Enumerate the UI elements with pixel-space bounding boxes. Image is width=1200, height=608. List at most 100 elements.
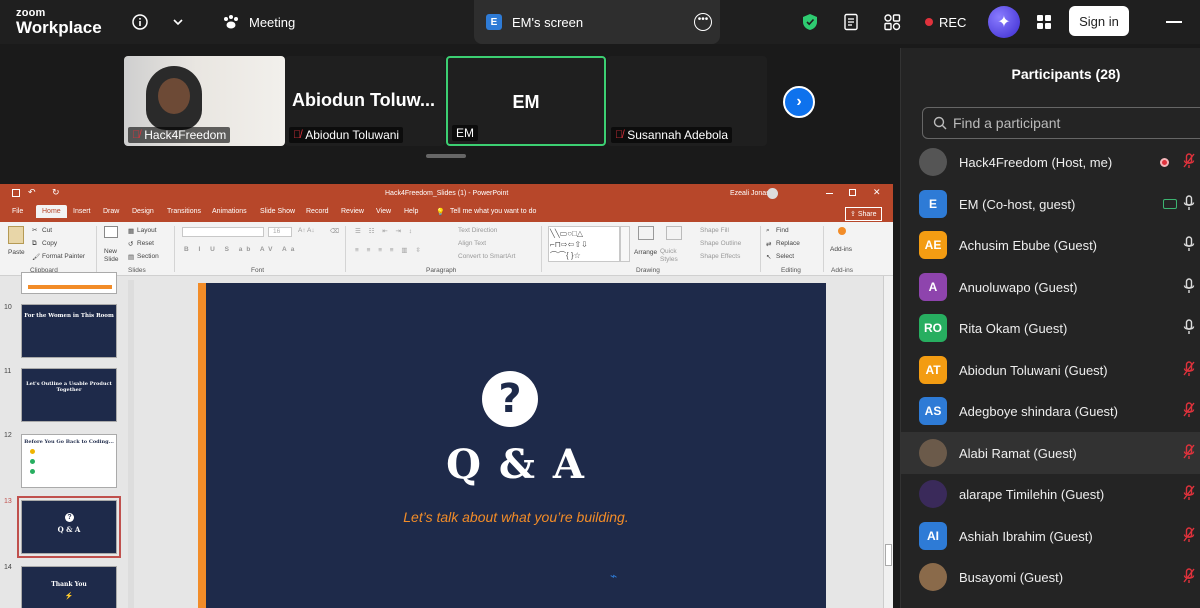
font-name-select[interactable] — [182, 227, 264, 237]
tab-home[interactable]: Home — [36, 205, 67, 218]
current-slide[interactable]: ? Q & A Let’s talk about what you’re bui… — [206, 283, 826, 608]
copy-button[interactable]: Copy — [42, 240, 57, 247]
maximize-icon[interactable] — [849, 189, 856, 196]
apps-icon[interactable] — [883, 0, 901, 44]
tab-insert[interactable]: Insert — [73, 208, 91, 215]
video-tile[interactable]: 🎙̸ Hack4Freedom — [124, 56, 285, 146]
align-text-button[interactable]: Align Text — [458, 240, 486, 247]
mic-off-icon[interactable] — [1183, 443, 1195, 463]
tab-transitions[interactable]: Transitions — [167, 208, 201, 215]
font-style-icons[interactable]: B I U S ab AV Aa — [184, 246, 298, 253]
share-button[interactable]: ⇪ Share — [845, 207, 882, 221]
participant-row[interactable]: RO Rita Okam (Guest) — [901, 307, 1200, 349]
tab-review[interactable]: Review — [341, 208, 364, 215]
mic-off-icon[interactable] — [1183, 401, 1195, 421]
mic-off-icon[interactable] — [1183, 152, 1195, 172]
mic-icon[interactable] — [1183, 318, 1195, 338]
clear-format-icon[interactable]: ⌫ — [330, 227, 339, 235]
format-painter-icon[interactable]: 🖌 — [32, 253, 40, 261]
sign-in-button[interactable]: Sign in — [1069, 6, 1129, 36]
shape-fill-button[interactable]: Shape Fill — [700, 227, 729, 234]
screen-share-tab[interactable]: E EM's screen ••• — [474, 0, 720, 44]
layout-button[interactable]: Layout — [137, 227, 157, 234]
slide-thumbnail[interactable] — [21, 272, 117, 294]
slide-thumbnail[interactable]: Thank You ⚡ — [21, 566, 117, 608]
participant-row[interactable]: Hack4Freedom (Host, me) — [901, 141, 1200, 183]
chevron-right-icon[interactable]: › — [783, 86, 815, 118]
font-size-select[interactable]: 16 — [268, 227, 292, 237]
arrange-icon[interactable] — [638, 226, 654, 240]
format-painter-button[interactable]: Format Painter — [42, 253, 85, 260]
list-icons[interactable]: ☰ ☷ ⇤ ⇥ ↕ — [355, 227, 415, 235]
minimize-icon[interactable] — [1166, 0, 1182, 44]
redo-icon[interactable]: ↻ — [52, 187, 60, 198]
align-icons[interactable]: ≡ ≡ ≡ ≡ ▥ ⇳ — [355, 246, 424, 254]
shapes-gallery[interactable]: ╲╲▭○□△ ⌐⊓⇨⇦⇧⇩ ⌒⌒{ }☆ — [548, 226, 620, 262]
convert-smartart-button[interactable]: Convert to SmartArt — [458, 253, 515, 260]
participant-search-input[interactable]: Find a participant — [922, 107, 1200, 139]
replace-button[interactable]: Replace — [776, 240, 800, 247]
tab-animations[interactable]: Animations — [212, 208, 247, 215]
quick-styles-icon[interactable] — [666, 226, 682, 240]
text-direction-button[interactable]: Text Direction — [458, 227, 497, 234]
undo-icon[interactable]: ↶ — [28, 187, 36, 198]
slide-scrollbar[interactable] — [883, 276, 893, 608]
participant-row[interactable]: Busayomi (Guest) — [901, 556, 1200, 598]
participant-row[interactable]: AT Abiodun Toluwani (Guest) — [901, 349, 1200, 391]
info-icon[interactable] — [132, 0, 148, 44]
participant-row[interactable]: AI Ashiah Ibrahim (Guest) — [901, 515, 1200, 557]
addins-icon[interactable] — [838, 227, 846, 235]
mic-off-icon[interactable] — [1183, 526, 1195, 546]
resize-handle[interactable] — [426, 154, 466, 158]
ai-companion-icon[interactable]: ✦ — [988, 6, 1020, 38]
close-icon[interactable]: ✕ — [873, 187, 881, 198]
shape-effects-button[interactable]: Shape Effects — [700, 253, 740, 260]
meeting-button[interactable]: Meeting — [222, 0, 295, 44]
paste-icon[interactable] — [8, 226, 24, 244]
video-tile[interactable]: 🎙̸ Susannah Adebola — [607, 56, 767, 146]
slide-thumbnail[interactable]: For the Women in This Room — [21, 304, 117, 358]
paste-button[interactable]: Paste — [8, 249, 25, 256]
mic-off-icon[interactable] — [1183, 360, 1195, 380]
shapes-scroll[interactable] — [620, 226, 630, 262]
participant-row[interactable]: A Anuoluwapo (Guest) — [901, 266, 1200, 308]
ppt-user-avatar[interactable] — [767, 188, 778, 199]
thumbnail-scrollbar[interactable] — [128, 280, 134, 608]
participant-row[interactable]: E EM (Co-host, guest) — [901, 183, 1200, 225]
copy-icon[interactable]: ⧉ — [32, 240, 37, 248]
cut-icon[interactable]: ✂ — [32, 226, 37, 234]
tab-slide-show[interactable]: Slide Show — [260, 208, 295, 215]
mic-icon[interactable] — [1183, 235, 1195, 255]
rec-indicator[interactable]: REC — [925, 0, 966, 44]
quick-styles-button[interactable]: Quick Styles — [660, 248, 684, 264]
active-speaker-tile[interactable]: EM EM — [446, 56, 606, 146]
addins-button[interactable]: Add-ins — [830, 246, 852, 253]
shield-icon[interactable] — [802, 0, 818, 44]
new-slide-button[interactable]: New Slide — [104, 248, 128, 264]
cut-button[interactable]: Cut — [42, 227, 52, 234]
arrange-button[interactable]: Arrange — [634, 249, 657, 256]
select-button[interactable]: Select — [776, 253, 794, 260]
tab-design[interactable]: Design — [132, 208, 154, 215]
reset-button[interactable]: Reset — [137, 240, 154, 247]
mic-icon[interactable] — [1183, 194, 1195, 214]
participant-row[interactable]: Alabi Ramat (Guest) — [901, 432, 1200, 474]
slide-thumbnail-selected[interactable]: ? Q & A — [17, 496, 121, 558]
participant-row[interactable]: AE Achusim Ebube (Guest) — [901, 224, 1200, 266]
chevron-down-icon[interactable] — [172, 0, 184, 44]
slide-thumbnail[interactable]: Let's Outline a Usable Product Together — [21, 368, 117, 422]
font-grow-icon[interactable]: A↑ A↓ — [298, 227, 315, 234]
grid-icon[interactable] — [1036, 0, 1052, 44]
tab-file[interactable]: File — [12, 208, 23, 215]
tab-record[interactable]: Record — [306, 208, 329, 215]
new-slide-icon[interactable] — [104, 226, 118, 238]
notes-icon[interactable] — [843, 0, 861, 44]
save-icon[interactable] — [12, 189, 20, 197]
tab-help[interactable]: Help — [404, 208, 418, 215]
minimize-icon[interactable] — [826, 193, 833, 194]
mic-off-icon[interactable] — [1183, 567, 1195, 587]
mic-off-icon[interactable] — [1183, 484, 1195, 504]
tab-view[interactable]: View — [376, 208, 391, 215]
mic-icon[interactable] — [1183, 277, 1195, 297]
tab-draw[interactable]: Draw — [103, 208, 119, 215]
